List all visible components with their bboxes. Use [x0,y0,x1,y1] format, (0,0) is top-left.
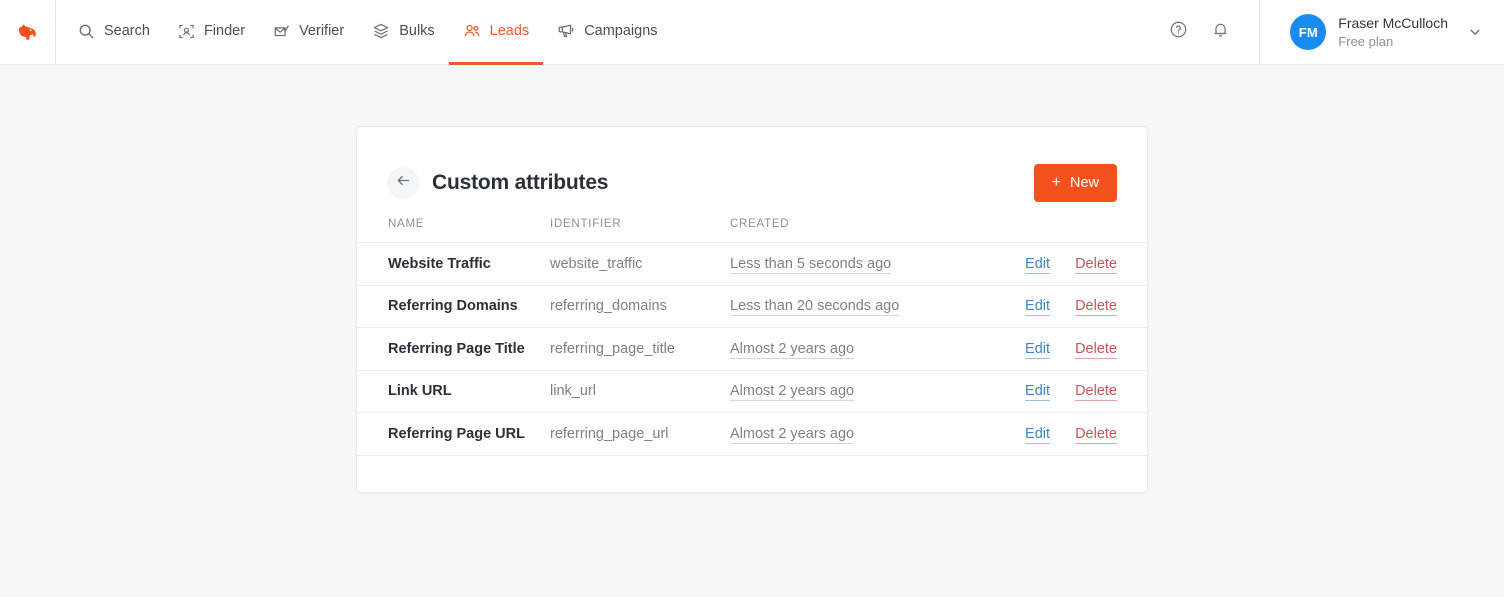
logo[interactable] [0,0,56,64]
notifications-button[interactable] [1199,0,1241,65]
bulks-icon [372,22,390,40]
cell-name: Referring Domains [357,285,550,328]
edit-link[interactable]: Edit [1025,256,1050,274]
edit-link[interactable]: Edit [1025,298,1050,316]
user-info: Fraser McCulloch Free plan [1338,14,1448,50]
verifier-icon [273,23,290,40]
nav-item-bulks[interactable]: Bulks [358,0,448,65]
hunter-dog-logo-icon [14,18,42,46]
cell-name: Referring Page Title [357,328,550,371]
new-button-label: New [1070,175,1099,191]
nav-item-search[interactable]: Search [64,0,164,65]
column-header-created: CREATED [730,212,1005,243]
cell-actions: Edit Delete [1005,328,1147,371]
created-value: Almost 2 years ago [730,426,854,444]
column-header-identifier: IDENTIFIER [550,212,730,243]
avatar: FM [1290,14,1326,50]
cell-identifier: referring_page_title [550,328,730,371]
nav-item-label: Leads [490,24,530,39]
cell-name: Link URL [357,370,550,413]
primary-nav: Search Finder Verifier [64,0,672,64]
app-header: Search Finder Verifier [0,0,1504,65]
cell-identifier: referring_domains [550,285,730,328]
arrow-left-icon [395,172,412,194]
search-icon [78,23,95,40]
main-content: Custom attributes + New NAME IDENTIFIER … [0,65,1504,493]
chevron-down-icon [1468,25,1482,39]
card-footer [357,456,1147,492]
card-header: Custom attributes + New [357,127,1147,212]
new-attribute-button[interactable]: + New [1034,164,1117,202]
nav-item-campaigns[interactable]: Campaigns [543,0,671,65]
table-row: Referring Page URL referring_page_url Al… [357,413,1147,456]
column-header-name: NAME [357,212,550,243]
cell-created: Almost 2 years ago [730,328,1005,371]
cell-created: Almost 2 years ago [730,413,1005,456]
cell-actions: Edit Delete [1005,370,1147,413]
cell-identifier: link_url [550,370,730,413]
user-menu[interactable]: FM Fraser McCulloch Free plan [1259,0,1504,65]
cell-created: Less than 20 seconds ago [730,285,1005,328]
cell-created: Almost 2 years ago [730,370,1005,413]
nav-item-label: Search [104,24,150,39]
nav-item-label: Finder [204,24,245,39]
cell-actions: Edit Delete [1005,243,1147,286]
cell-created: Less than 5 seconds ago [730,243,1005,286]
table-body: Website Traffic website_traffic Less tha… [357,243,1147,456]
custom-attributes-table: NAME IDENTIFIER CREATED Website Traffic … [357,212,1147,456]
bell-icon [1211,20,1230,44]
cell-identifier: referring_page_url [550,413,730,456]
table-row: Website Traffic website_traffic Less tha… [357,243,1147,286]
nav-item-label: Bulks [399,24,434,39]
created-value: Almost 2 years ago [730,341,854,359]
cell-name: Website Traffic [357,243,550,286]
created-value: Almost 2 years ago [730,383,854,401]
campaigns-icon [557,22,575,40]
back-button[interactable] [387,167,419,199]
column-header-actions [1005,212,1147,243]
leads-icon [463,22,481,40]
delete-link[interactable]: Delete [1075,383,1117,401]
edit-link[interactable]: Edit [1025,426,1050,444]
edit-link[interactable]: Edit [1025,383,1050,401]
custom-attributes-card: Custom attributes + New NAME IDENTIFIER … [356,126,1148,493]
table-row: Referring Page Title referring_page_titl… [357,328,1147,371]
table-row: Referring Domains referring_domains Less… [357,285,1147,328]
nav-item-finder[interactable]: Finder [164,0,259,65]
help-circle-icon [1169,20,1188,44]
cell-actions: Edit Delete [1005,285,1147,328]
finder-icon [178,23,195,40]
delete-link[interactable]: Delete [1075,298,1117,316]
edit-link[interactable]: Edit [1025,341,1050,359]
user-plan: Free plan [1338,33,1448,51]
page-title: Custom attributes [432,171,608,195]
delete-link[interactable]: Delete [1075,256,1117,274]
cell-actions: Edit Delete [1005,413,1147,456]
nav-item-label: Verifier [299,24,344,39]
cell-identifier: website_traffic [550,243,730,286]
table-row: Link URL link_url Almost 2 years ago Edi… [357,370,1147,413]
table-head: NAME IDENTIFIER CREATED [357,212,1147,243]
user-name: Fraser McCulloch [1338,14,1448,33]
delete-link[interactable]: Delete [1075,426,1117,444]
delete-link[interactable]: Delete [1075,341,1117,359]
cell-name: Referring Page URL [357,413,550,456]
created-value: Less than 5 seconds ago [730,256,891,274]
help-button[interactable] [1157,0,1199,65]
header-actions: FM Fraser McCulloch Free plan [1157,0,1504,64]
created-value: Less than 20 seconds ago [730,298,899,316]
table-header-row: NAME IDENTIFIER CREATED [357,212,1147,243]
nav-item-verifier[interactable]: Verifier [259,0,358,65]
plus-icon: + [1052,175,1061,191]
nav-item-label: Campaigns [584,24,657,39]
nav-item-leads[interactable]: Leads [449,0,544,65]
